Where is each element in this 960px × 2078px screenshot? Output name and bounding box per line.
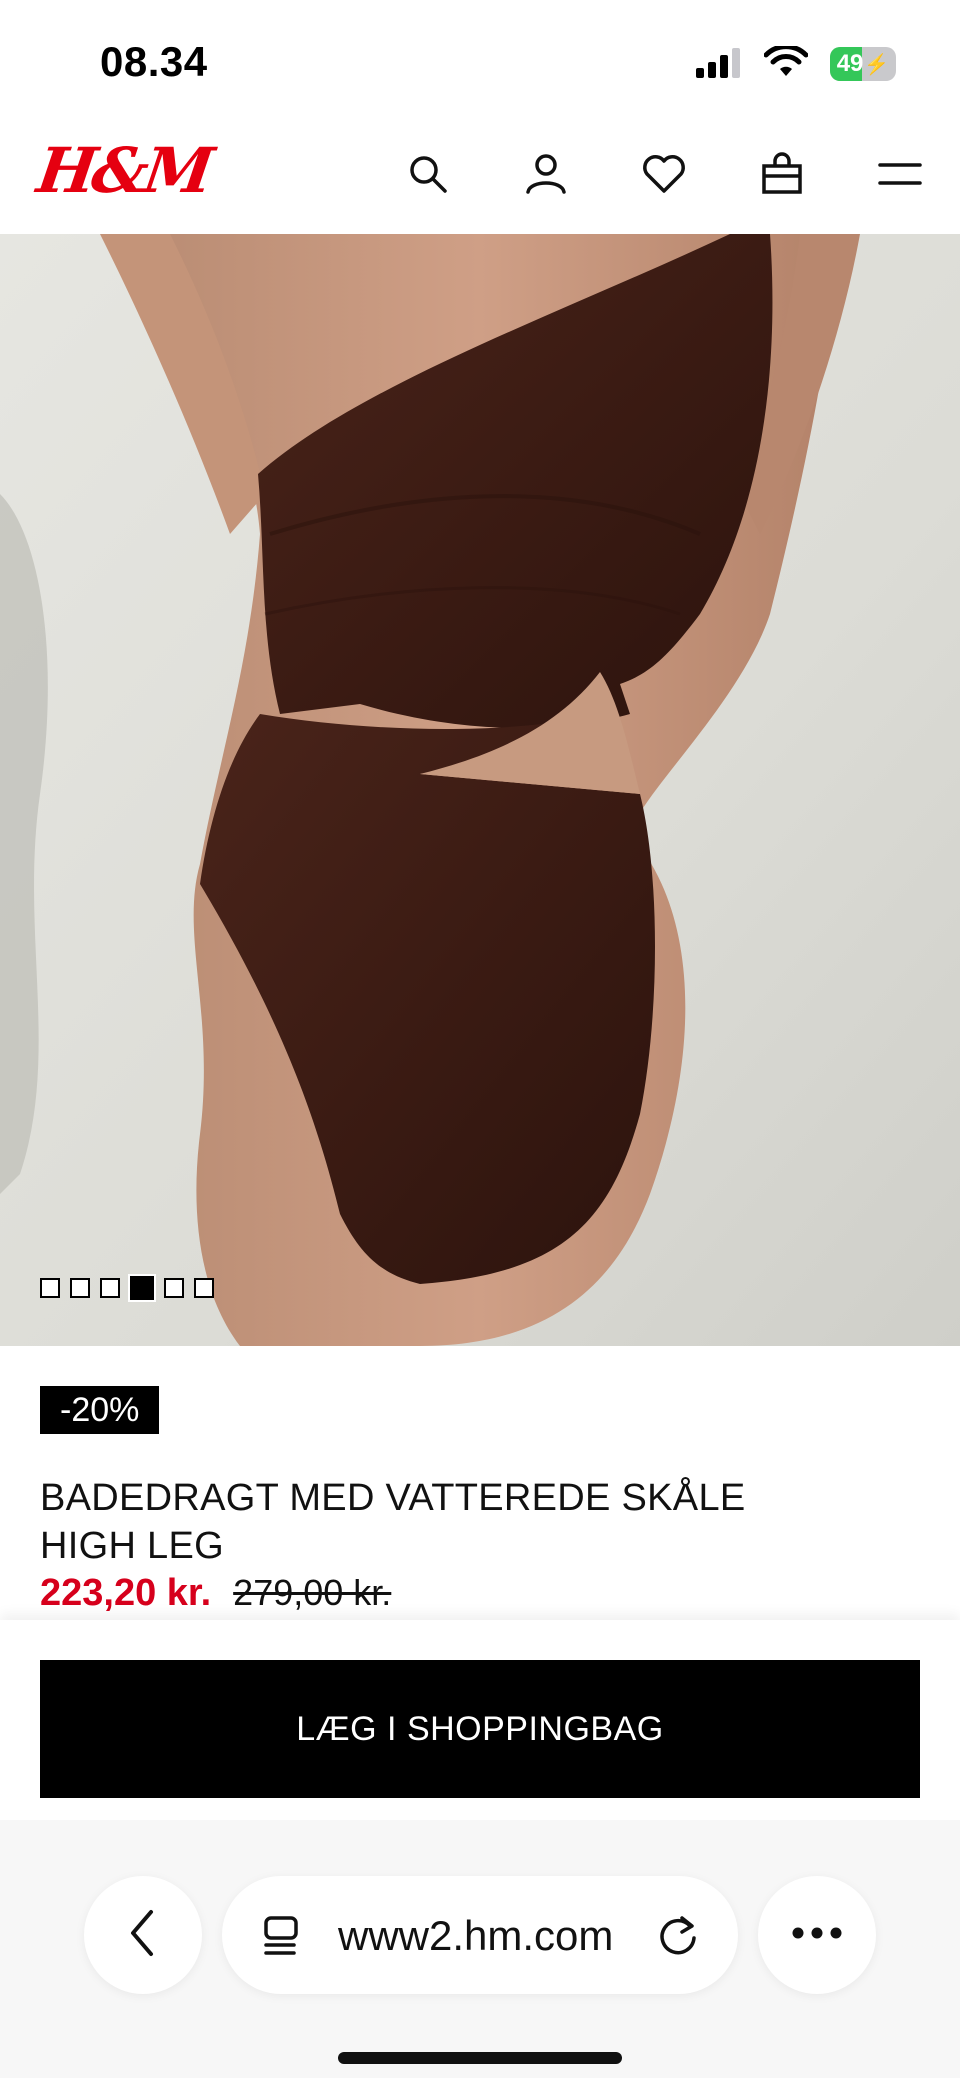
more-dots-icon bbox=[791, 1926, 843, 1945]
back-chevron-icon bbox=[123, 1908, 163, 1963]
reload-icon[interactable] bbox=[654, 1912, 702, 1965]
back-button[interactable] bbox=[84, 1876, 202, 1994]
sticky-action-bar: LÆG I SHOPPINGBAG bbox=[0, 1620, 960, 1820]
hm-logo[interactable]: H&M bbox=[33, 134, 214, 207]
discount-badge: -20% bbox=[40, 1386, 160, 1434]
search-icon[interactable] bbox=[404, 150, 452, 198]
product-image[interactable] bbox=[0, 234, 960, 1346]
battery-icon: 49 ⚡ bbox=[830, 47, 896, 81]
battery-percent-text: 49 bbox=[836, 50, 864, 77]
product-page: 08.34 49 ⚡ H&M -20% BADEDRAGT MED VATTER… bbox=[0, 0, 960, 2078]
image-pagination-dot[interactable] bbox=[164, 1278, 184, 1298]
status-indicators: 49 ⚡ bbox=[694, 43, 896, 84]
menu-icon[interactable] bbox=[876, 150, 924, 198]
price-row: 223,20 kr. 279,00 kr. bbox=[40, 1572, 391, 1615]
original-price: 279,00 kr. bbox=[233, 1572, 392, 1613]
account-icon[interactable] bbox=[522, 150, 570, 198]
address-bar[interactable]: www2.hm.com bbox=[222, 1876, 738, 1994]
charging-bolt-icon: ⚡ bbox=[864, 53, 890, 76]
more-options-button[interactable] bbox=[758, 1876, 876, 1994]
favorites-heart-icon[interactable] bbox=[640, 150, 688, 198]
image-pagination bbox=[40, 1276, 214, 1300]
cellular-signal-icon bbox=[694, 46, 742, 83]
browser-toolbar: www2.hm.com bbox=[0, 1820, 960, 2078]
home-indicator[interactable] bbox=[338, 2052, 622, 2064]
product-title-line-1: BADEDRAGT MED VATTEREDE SKÅLE bbox=[40, 1477, 746, 1519]
wifi-icon bbox=[763, 43, 809, 83]
url-text: www2.hm.com bbox=[338, 1912, 614, 1959]
add-to-bag-button[interactable]: LÆG I SHOPPINGBAG bbox=[40, 1660, 920, 1798]
product-photo bbox=[0, 234, 960, 1346]
status-time: 08.34 bbox=[100, 38, 208, 85]
image-pagination-dot[interactable] bbox=[70, 1278, 90, 1298]
image-pagination-dot[interactable] bbox=[40, 1278, 60, 1298]
image-pagination-dot[interactable] bbox=[100, 1278, 120, 1298]
image-pagination-dot[interactable] bbox=[130, 1276, 154, 1300]
sale-price: 223,20 kr. bbox=[40, 1572, 212, 1614]
site-header: H&M bbox=[0, 120, 960, 234]
product-title-line-2: HIGH LEG bbox=[40, 1525, 224, 1567]
tab-list-icon[interactable] bbox=[260, 1914, 304, 1963]
status-bar: 08.34 49 ⚡ bbox=[0, 0, 960, 120]
shopping-bag-icon[interactable] bbox=[758, 150, 806, 198]
image-pagination-dot[interactable] bbox=[194, 1278, 214, 1298]
product-title: BADEDRAGT MED VATTEREDE SKÅLE HIGH LEG bbox=[40, 1474, 920, 1570]
